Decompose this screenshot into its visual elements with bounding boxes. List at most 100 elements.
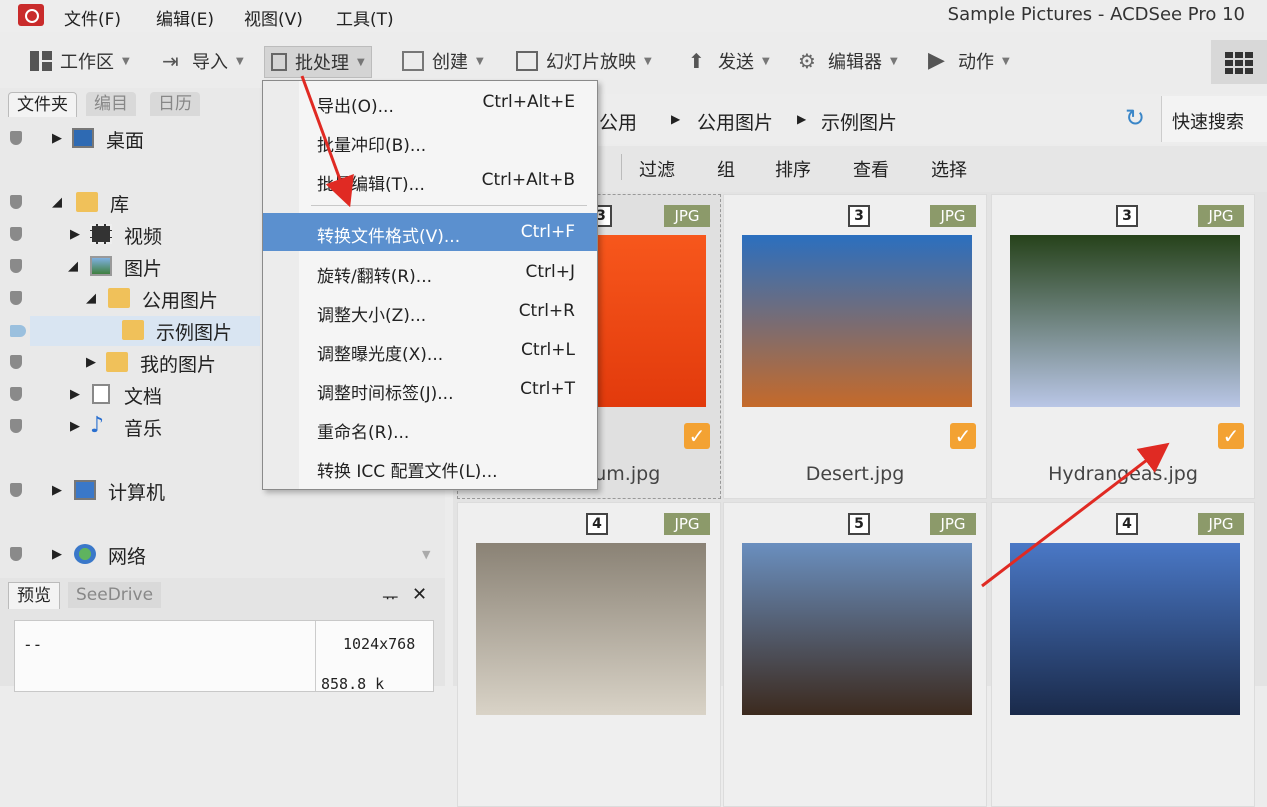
tab-catalog[interactable]: 编目 — [86, 92, 136, 116]
acdsee-logo-icon[interactable] — [18, 4, 44, 26]
picture-icon — [90, 256, 112, 276]
filter-menu[interactable]: 过滤 — [639, 156, 675, 182]
view-mode-grid-button[interactable] — [1211, 40, 1267, 84]
tree-label: 库 — [110, 194, 130, 216]
menu-item-export[interactable]: 导出(O)... Ctrl+Alt+E — [263, 83, 597, 121]
menu-item-label: 调整大小(Z)... — [317, 306, 427, 326]
format-badge: JPG — [930, 205, 976, 227]
batch-icon — [271, 53, 287, 71]
breadcrumb-separator-icon[interactable]: ▶ — [797, 112, 806, 126]
menu-item-label: 调整曝光度(X)... — [317, 345, 444, 365]
tree-label: 桌面 — [106, 130, 145, 152]
menu-view[interactable]: 视图(V) — [244, 5, 303, 30]
thumbnail-item[interactable]: 4 JPG — [991, 502, 1255, 807]
collapse-arrow-icon[interactable]: ◢ — [68, 259, 78, 274]
menu-item-label: 导出(O)... — [317, 97, 394, 117]
create-button[interactable]: 创建 ▼ — [402, 46, 484, 76]
menu-item-shortcut: Ctrl+Alt+E — [482, 92, 576, 112]
select-menu[interactable]: 选择 — [931, 156, 967, 182]
expand-arrow-icon[interactable]: ▶ — [70, 227, 80, 242]
film-icon — [90, 224, 112, 244]
menu-item-adjust-timestamp[interactable]: 调整时间标签(J)... Ctrl+T — [263, 370, 597, 408]
breadcrumb-item-sample-pictures[interactable]: 示例图片 — [821, 108, 897, 135]
refresh-icon[interactable]: ↻ — [1125, 104, 1145, 132]
menu-tools[interactable]: 工具(T) — [336, 5, 394, 30]
expand-arrow-icon[interactable]: ▶ — [52, 483, 62, 498]
menu-item-convert-format[interactable]: 转换文件格式(V)... Ctrl+F — [263, 213, 597, 251]
thumbnail-image — [742, 235, 972, 407]
thumbnail-item[interactable]: 4 JPG — [457, 502, 721, 807]
chevron-down-icon: ▼ — [122, 55, 130, 67]
expand-arrow-icon[interactable]: ▶ — [86, 355, 96, 370]
expand-arrow-icon[interactable]: ▶ — [70, 387, 80, 402]
send-label: 发送 — [718, 52, 754, 73]
pin-panel-icon[interactable]: ᅲ — [382, 584, 399, 610]
expand-arrow-icon[interactable]: ▶ — [52, 547, 62, 562]
menu-item-shortcut: Ctrl+R — [518, 301, 575, 321]
menu-item-adjust-exposure[interactable]: 调整曝光度(X)... Ctrl+L — [263, 331, 597, 369]
menu-item-label: 旋转/翻转(R)... — [317, 267, 433, 287]
action-button[interactable]: ▶ 动作 ▼ — [928, 46, 1010, 76]
menu-file[interactable]: 文件(F) — [64, 5, 121, 30]
sort-menu[interactable]: 排序 — [775, 156, 811, 182]
group-menu[interactable]: 组 — [717, 156, 735, 182]
import-button[interactable]: ⇥ 导入 ▼ — [162, 46, 244, 76]
menu-edit[interactable]: 编辑(E) — [156, 5, 214, 30]
checkbox-checked-icon[interactable]: ✓ — [684, 423, 710, 449]
tab-preview[interactable]: 预览 — [8, 582, 60, 609]
menu-item-shortcut: Ctrl+F — [520, 222, 575, 242]
close-icon[interactable]: ✕ — [412, 584, 427, 605]
menu-item-rename[interactable]: 重命名(R)... — [263, 409, 597, 447]
play-circle-icon: ▶ — [928, 48, 945, 73]
preview-dash: -- — [23, 635, 43, 654]
send-button[interactable]: ⬆ 发送 ▼ — [688, 46, 770, 76]
expand-arrow-icon[interactable]: ▶ — [52, 131, 62, 146]
batch-dropdown-menu: 导出(O)... Ctrl+Alt+E 批量冲印(B)... 批量编辑(T)...… — [262, 80, 598, 490]
tree-item-network[interactable]: ▶ 网络 — [0, 540, 445, 570]
breadcrumb-item-public-pictures[interactable]: 公用图片 — [697, 108, 773, 135]
file-name: Hydrangeas.jpg — [1048, 463, 1198, 485]
tree-label: 我的图片 — [140, 354, 217, 376]
menu-item-convert-icc[interactable]: 转换 ICC 配置文件(L)... — [263, 448, 597, 486]
collapse-arrow-icon[interactable]: ◢ — [86, 291, 96, 306]
library-folder-icon — [76, 192, 98, 212]
quick-search-button[interactable]: 快速搜索 — [1161, 96, 1267, 142]
thumbnail-item[interactable]: 5 JPG — [723, 502, 987, 807]
format-badge: JPG — [664, 205, 710, 227]
tab-seedrive[interactable]: SeeDrive — [68, 582, 162, 608]
menu-item-shortcut: Ctrl+Alt+B — [481, 170, 575, 190]
chevron-down-icon: ▼ — [644, 55, 652, 67]
chevron-down-icon: ▼ — [476, 55, 484, 67]
menu-item-shortcut: Ctrl+J — [525, 262, 575, 282]
editor-button[interactable]: ⚙ 编辑器 ▼ — [798, 46, 898, 76]
scroll-down-icon[interactable]: ▼ — [422, 548, 430, 561]
menu-item-batch-edit[interactable]: 批量编辑(T)... Ctrl+Alt+B — [263, 161, 597, 199]
collapse-arrow-icon[interactable]: ◢ — [52, 195, 62, 210]
thumbnail-item[interactable]: 3 JPG ✓ Hydrangeas.jpg — [991, 194, 1255, 499]
menu-item-rotate-flip[interactable]: 旋转/翻转(R)... Ctrl+J — [263, 253, 597, 291]
tree-label: 计算机 — [108, 482, 166, 504]
menu-item-label: 调整时间标签(J)... — [317, 384, 454, 404]
menu-item-shortcut: Ctrl+T — [520, 379, 575, 399]
chevron-down-icon: ▼ — [890, 55, 898, 67]
batch-button[interactable]: 批处理 ▼ — [264, 46, 372, 78]
tree-label: 音乐 — [124, 418, 163, 440]
thumbnail-item[interactable]: 3 JPG ✓ Desert.jpg — [723, 194, 987, 499]
tab-folders[interactable]: 文件夹 — [8, 92, 77, 117]
rating-badge: 3 — [848, 205, 870, 227]
import-icon: ⇥ — [162, 49, 179, 73]
tab-calendar[interactable]: 日历 — [150, 92, 200, 116]
expand-arrow-icon[interactable]: ▶ — [70, 419, 80, 434]
workspace-button[interactable]: 工作区 ▼ — [30, 46, 130, 76]
menu-item-resize[interactable]: 调整大小(Z)... Ctrl+R — [263, 292, 597, 330]
window-title: Sample Pictures - ACDSee Pro 10 — [947, 4, 1245, 25]
checkbox-checked-icon[interactable]: ✓ — [1218, 423, 1244, 449]
slideshow-button[interactable]: 幻灯片放映 ▼ — [516, 46, 652, 76]
breadcrumb-item-public[interactable]: 公用 — [599, 108, 637, 135]
menu-item-batch-print[interactable]: 批量冲印(B)... — [263, 122, 597, 160]
checkbox-checked-icon[interactable]: ✓ — [950, 423, 976, 449]
breadcrumb-separator-icon[interactable]: ▶ — [671, 112, 680, 126]
thumbnail-image — [742, 543, 972, 715]
tree-label: 公用图片 — [142, 290, 219, 312]
view-menu[interactable]: 查看 — [853, 156, 889, 182]
